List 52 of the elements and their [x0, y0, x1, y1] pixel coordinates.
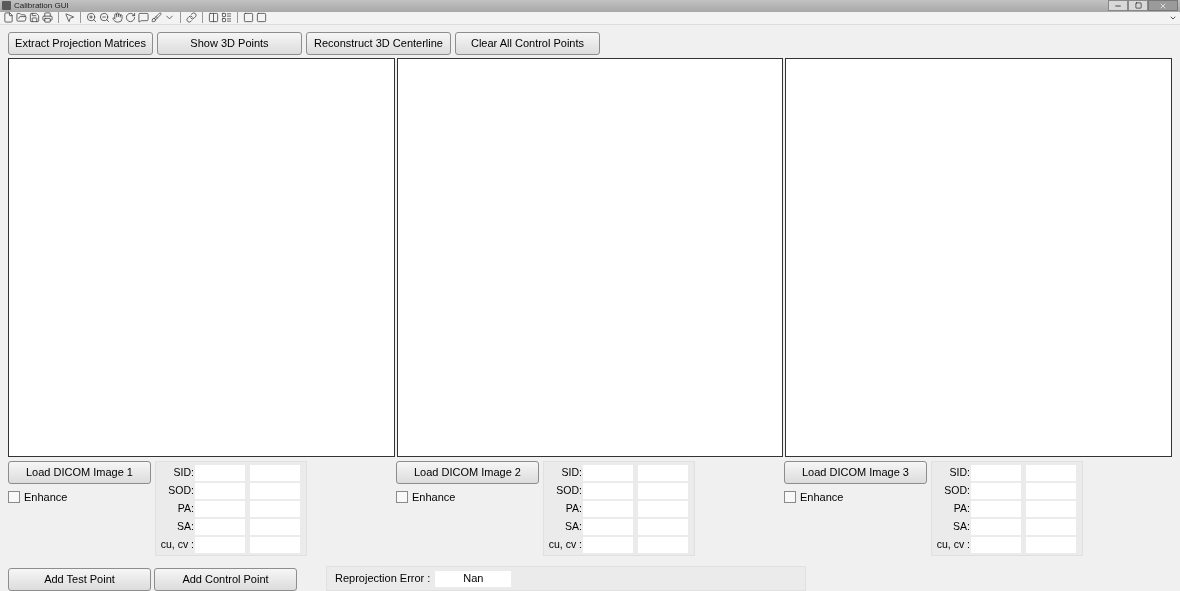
parameter-label: SOD:	[943, 485, 970, 496]
point-button[interactable]: Add Control Point	[154, 568, 297, 591]
open-folder-icon[interactable]	[16, 12, 27, 24]
window-title: Calibration GUI	[14, 1, 69, 10]
hand-icon[interactable]	[112, 12, 123, 24]
printer-icon[interactable]	[42, 12, 53, 24]
parameter-label: cu, cv :	[547, 539, 582, 550]
link-icon[interactable]	[186, 12, 197, 24]
toolbar-button[interactable]: Clear All Control Points	[455, 31, 600, 55]
reprojection-label: Reprojection Error :	[335, 571, 431, 587]
parameter-label: SOD:	[167, 485, 194, 496]
enhance-label: Enhance	[24, 490, 68, 505]
enhance-label: Enhance	[412, 490, 456, 505]
toolbar-button[interactable]: Show 3D Points	[157, 31, 302, 55]
load-image-button[interactable]: Load DICOM Image 2	[396, 461, 539, 484]
load-image-button[interactable]: Load DICOM Image 3	[784, 461, 927, 484]
toolbar-button[interactable]: Extract Projection Matrices	[8, 31, 153, 55]
zoom-out-icon[interactable]	[99, 12, 110, 24]
parameter-label: PA:	[952, 503, 970, 514]
reprojection-value: Nan	[435, 570, 512, 587]
parameter-label: SA:	[564, 521, 582, 532]
app-icon	[2, 1, 11, 11]
parameter-label: SA:	[176, 521, 194, 532]
parameter-label: PA:	[564, 503, 582, 514]
parameter-label: cu, cv :	[159, 539, 194, 550]
parameter-label: SID:	[560, 467, 582, 478]
brush-icon[interactable]	[151, 12, 162, 24]
parameter-label: cu, cv :	[935, 539, 970, 550]
load-image-button[interactable]: Load DICOM Image 1	[8, 461, 151, 484]
enhance-checkbox[interactable]	[784, 491, 796, 504]
parameter-label: SA:	[952, 521, 970, 532]
zoom-in-icon[interactable]	[86, 12, 97, 24]
legend-icon[interactable]	[221, 12, 232, 24]
parameter-label: PA:	[176, 503, 194, 514]
parameter-label: SID:	[172, 467, 194, 478]
close-button[interactable]	[1148, 0, 1178, 12]
maximize-icon	[1134, 2, 1142, 10]
enhance-checkbox[interactable]	[8, 491, 20, 504]
toolbar-button[interactable]: Reconstruct 3D Centerline	[306, 31, 451, 55]
save-icon[interactable]	[29, 12, 40, 24]
enhance-label: Enhance	[800, 490, 844, 505]
parameter-label: SID:	[948, 467, 970, 478]
new-file-icon[interactable]	[3, 12, 14, 24]
close-icon	[1159, 1, 1167, 10]
rotate-icon[interactable]	[125, 12, 136, 24]
parameter-label: SOD:	[555, 485, 582, 496]
minimize-button[interactable]	[1108, 0, 1128, 12]
square-icon[interactable]	[243, 12, 254, 24]
maximize-button[interactable]	[1128, 0, 1148, 12]
point-button[interactable]: Add Test Point	[8, 568, 151, 591]
pointer-icon[interactable]	[64, 12, 75, 24]
enhance-checkbox[interactable]	[396, 491, 408, 504]
